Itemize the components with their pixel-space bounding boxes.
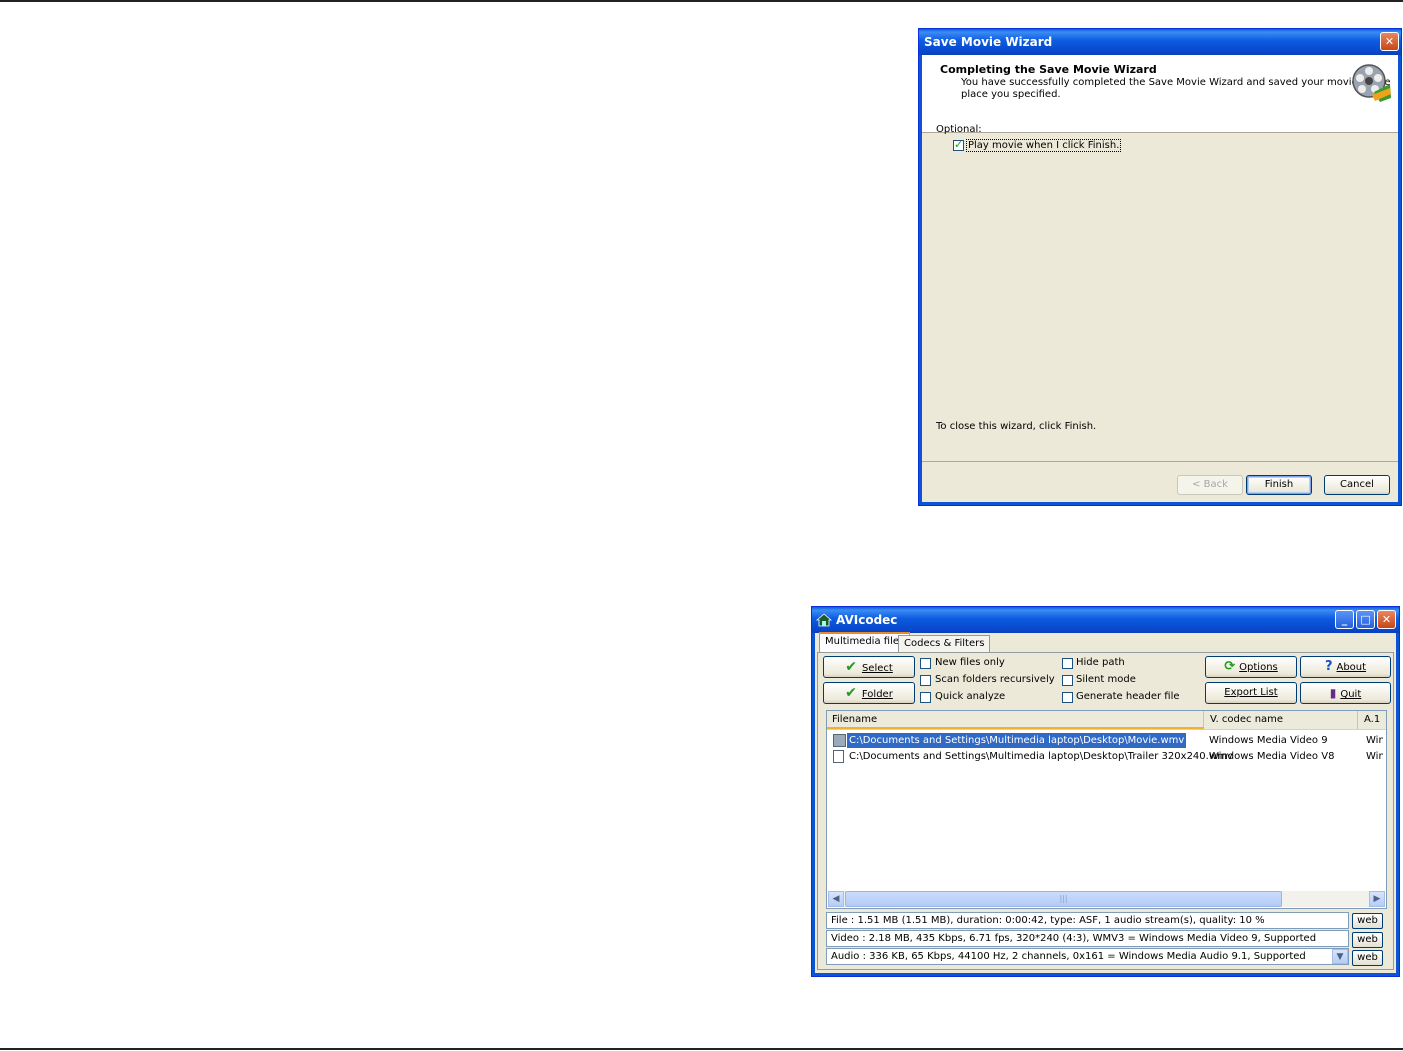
generate-header-label[interactable]: Generate header file	[1076, 691, 1180, 702]
audio-info: Audio : 336 KB, 65 Kbps, 44100 Hz, 2 cha…	[826, 948, 1349, 965]
close-icon[interactable]: ✕	[1380, 32, 1399, 51]
wizard-header: Completing the Save Movie Wizard You hav…	[922, 55, 1398, 133]
avicodec-title-bar[interactable]: AVIcodec	[812, 607, 1399, 633]
column-vcodec[interactable]: V. codec name	[1205, 711, 1358, 729]
scan-recursive-label[interactable]: Scan folders recursively	[935, 674, 1055, 685]
silent-mode-label[interactable]: Silent mode	[1076, 674, 1136, 685]
audio-dropdown-chevron-icon[interactable]: ▼	[1332, 949, 1348, 964]
avicodec-app-icon	[816, 613, 832, 627]
file-web-button[interactable]: web	[1352, 913, 1383, 929]
close-icon[interactable]: ✕	[1377, 610, 1396, 629]
play-movie-checkbox[interactable]	[953, 138, 964, 151]
video-web-button[interactable]: web	[1352, 932, 1383, 948]
video-info: Video : 2.18 MB, 435 Kbps, 6.71 fps, 320…	[826, 930, 1349, 947]
audio-web-button[interactable]: web	[1352, 950, 1383, 966]
file-list-header: Filename V. codec name A.1	[827, 711, 1386, 730]
row-vcodec: Windows Media Video 9	[1209, 735, 1328, 746]
about-button[interactable]: ? About	[1300, 656, 1391, 678]
new-files-only-checkbox[interactable]	[920, 658, 931, 669]
optional-label: Optional:	[936, 124, 982, 135]
column-acodec[interactable]: A.1	[1359, 711, 1386, 729]
row-filename: C:\Documents and Settings\Multimedia lap…	[849, 751, 1233, 762]
cancel-button[interactable]: Cancel	[1324, 475, 1390, 495]
quick-analyze-label[interactable]: Quick analyze	[935, 691, 1005, 702]
quick-analyze-checkbox[interactable]	[920, 692, 931, 703]
video-file-icon	[833, 750, 844, 763]
top-rule	[0, 0, 1403, 2]
play-movie-label[interactable]: Play movie when I click Finish.	[966, 139, 1122, 152]
movie-maker-logo-icon	[1352, 64, 1391, 102]
door-exit-icon: ▮	[1329, 686, 1337, 700]
hide-path-checkbox[interactable]	[1062, 658, 1073, 669]
hide-path-label[interactable]: Hide path	[1076, 657, 1125, 668]
row-acodec: Windo	[1366, 735, 1383, 746]
file-list[interactable]: Filename V. codec name A.1 C:\Documents …	[826, 710, 1387, 909]
refresh-icon: ⟳	[1224, 659, 1236, 674]
scroll-right-icon[interactable]: ▶	[1369, 891, 1385, 907]
options-button[interactable]: ⟳ Options	[1205, 656, 1297, 678]
generate-header-checkbox[interactable]	[1062, 692, 1073, 703]
wizard-title-bar[interactable]: Save Movie Wizard	[919, 29, 1401, 55]
table-row[interactable]: C:\Documents and Settings\Multimedia lap…	[832, 749, 1383, 764]
minimize-icon[interactable]: _	[1335, 610, 1354, 629]
maximize-icon[interactable]: □	[1356, 610, 1375, 629]
silent-mode-checkbox[interactable]	[1062, 675, 1073, 686]
video-file-icon	[833, 734, 846, 747]
wizard-description-line1: You have successfully completed the Save…	[961, 77, 1391, 88]
checkmark-icon: ✔	[845, 685, 857, 701]
select-button[interactable]: ✔ Select	[823, 656, 915, 678]
avicodec-window: AVIcodec _ □ ✕ Multimedia files Codecs &…	[811, 606, 1400, 977]
back-button[interactable]: < Back	[1177, 475, 1243, 495]
row-filename: C:\Documents and Settings\Multimedia lap…	[847, 733, 1187, 748]
export-list-button[interactable]: Export List	[1205, 682, 1297, 704]
scan-recursive-checkbox[interactable]	[920, 675, 931, 686]
close-hint: To close this wizard, click Finish.	[936, 421, 1097, 432]
save-movie-wizard-window: Save Movie Wizard ✕ Completing the Save …	[918, 28, 1402, 506]
quit-button[interactable]: ▮ Quit	[1300, 682, 1391, 704]
table-row[interactable]: C:\Documents and Settings\Multimedia lap…	[832, 733, 1383, 748]
horizontal-scrollbar[interactable]: ◀ ||| ▶	[828, 891, 1385, 907]
scroll-left-icon[interactable]: ◀	[828, 891, 844, 907]
finish-button[interactable]: Finish	[1246, 475, 1312, 495]
multimedia-files-panel: ✔ Select ✔ Folder New files only Scan fold…	[817, 652, 1394, 970]
row-vcodec: Windows Media Video V8	[1209, 751, 1335, 762]
scrollbar-thumb[interactable]: |||	[845, 891, 1282, 907]
folder-button[interactable]: ✔ Folder	[823, 682, 915, 704]
tab-codecs-filters[interactable]: Codecs & Filters	[898, 635, 991, 653]
new-files-only-label[interactable]: New files only	[935, 657, 1005, 668]
checkmark-icon: ✔	[845, 659, 857, 675]
file-info: File : 1.51 MB (1.51 MB), duration: 0:00…	[826, 912, 1349, 929]
question-mark-icon: ?	[1324, 659, 1333, 674]
wizard-title: Save Movie Wizard	[924, 35, 1053, 49]
wizard-description-line2: place you specified.	[961, 89, 1061, 100]
avicodec-title: AVIcodec	[836, 613, 898, 627]
row-acodec: Windo	[1366, 751, 1383, 762]
tab-multimedia-files[interactable]: Multimedia files	[819, 632, 911, 652]
bottom-rule	[0, 1048, 1403, 1050]
wizard-heading: Completing the Save Movie Wizard	[940, 63, 1157, 76]
